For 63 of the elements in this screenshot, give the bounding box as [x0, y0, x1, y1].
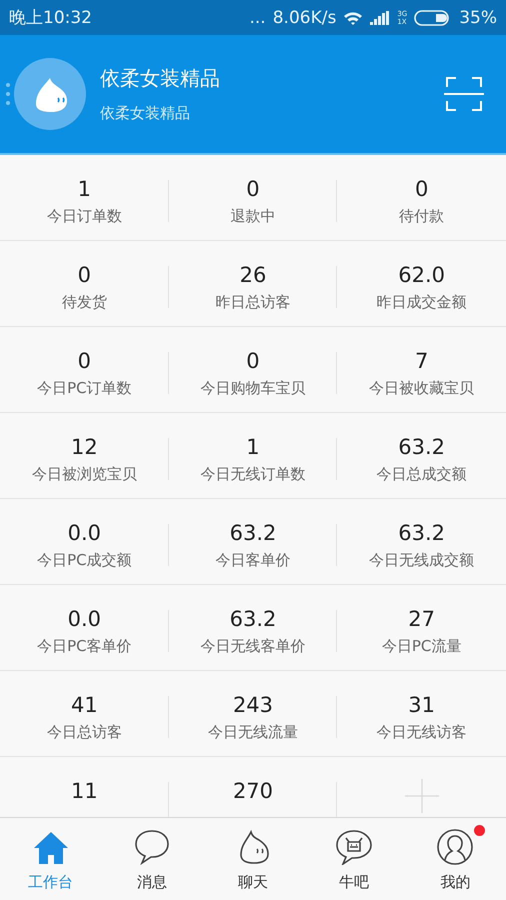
stat-label: 昨日成交金额	[376, 293, 467, 312]
stat-value: 63.2	[230, 521, 276, 545]
drag-handle-icon[interactable]	[6, 83, 10, 105]
stat-label: 今日PC成交额	[37, 551, 132, 570]
stat-value: 63.2	[398, 435, 446, 459]
stat-value: 270	[232, 779, 274, 803]
stat-label: 今日PC订单数	[37, 379, 132, 398]
stat-label: 今日无线客单价	[200, 637, 306, 656]
network-speed: 8.06K/s	[272, 8, 336, 28]
battery-level: 35%	[459, 8, 497, 28]
wifi-icon	[343, 10, 364, 26]
stat-label: 昨日总访客	[215, 293, 290, 312]
stat-value: 0.0	[68, 607, 102, 631]
stat-value: 63.2	[230, 607, 276, 631]
tab-item[interactable]: 聊天	[202, 818, 304, 900]
stat-label: 今日订单数	[46, 207, 122, 226]
stat-value: 7	[414, 349, 428, 373]
stat-value: 0	[246, 177, 260, 201]
stat-value: 41	[70, 693, 98, 717]
stat-label: 退款中	[230, 207, 276, 226]
tab-item[interactable]: 消息	[101, 818, 202, 900]
person-icon	[437, 829, 474, 865]
signal-icon	[370, 10, 390, 24]
stat-value: 0	[78, 349, 92, 373]
stat-label: 今日客单价	[215, 551, 290, 570]
stat-label: 今日被收藏宝贝	[369, 379, 474, 398]
stat-value: 62.0	[398, 263, 446, 287]
stat-label: 今日无线流量	[208, 723, 298, 742]
stat-value: 12	[70, 435, 98, 459]
stat-value: 0.0	[68, 521, 102, 545]
home-icon	[32, 831, 69, 865]
scan-icon[interactable]	[444, 75, 484, 113]
stat-label: 待发货	[62, 293, 107, 312]
speech-bubble-icon	[134, 829, 170, 865]
stat-label: 今日无线订单数	[200, 465, 306, 484]
stat-value: 243	[232, 693, 274, 717]
stat-value: 0	[246, 349, 260, 373]
store-name: 依柔女装精品	[100, 65, 221, 92]
stat-label: 今日无线成交额	[369, 551, 474, 570]
clock-time: 晚上10:32	[9, 7, 92, 29]
stat-value: 0	[414, 177, 428, 201]
store-avatar[interactable]	[14, 58, 86, 130]
stat-value: 1	[246, 435, 260, 459]
stat-value: 26	[240, 263, 266, 287]
stat-label: 今日购物车宝贝	[200, 379, 306, 398]
stat-label: 今日无线访客	[376, 723, 467, 742]
tab-item[interactable]: 我的	[404, 818, 506, 900]
stat-value: 11	[70, 779, 98, 803]
more-dots: ...	[250, 8, 266, 28]
stat-label: 待付款	[399, 207, 444, 226]
stat-value: 0	[78, 263, 92, 287]
store-subtitle: 依柔女装精品	[100, 104, 191, 123]
stat-label: 今日总访客	[46, 723, 122, 742]
tab-item[interactable]: 牛吧	[304, 818, 405, 900]
stat-label: 今日被浏览宝贝	[32, 465, 137, 484]
stat-label: 今日PC流量	[382, 637, 462, 656]
stat-value: 31	[408, 693, 436, 717]
stat-label: 今日PC客单价	[37, 637, 132, 656]
cow-bubble-icon	[335, 829, 374, 865]
stat-value: 63.2	[398, 521, 446, 545]
stat-value: 27	[408, 607, 436, 631]
stat-label: 今日总成交额	[376, 465, 467, 484]
stat-value: 1	[78, 177, 92, 201]
